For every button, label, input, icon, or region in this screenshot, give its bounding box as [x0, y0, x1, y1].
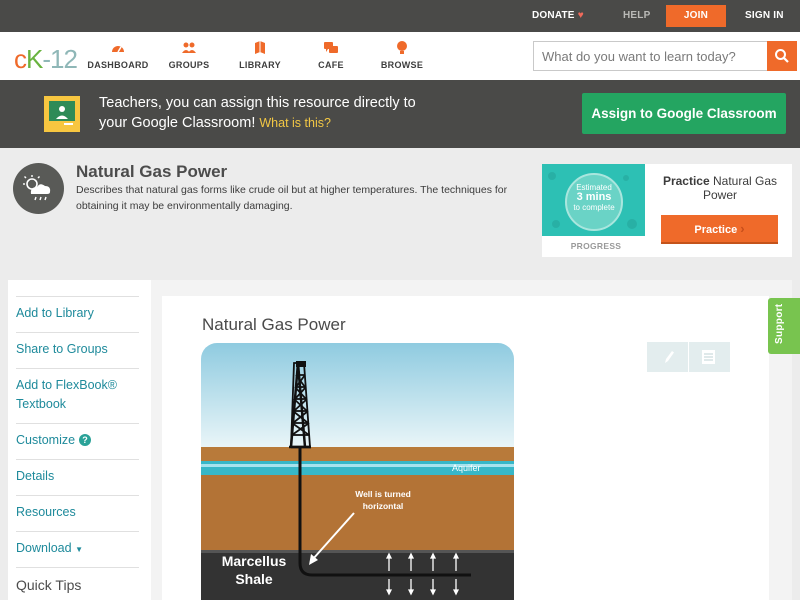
concept-title: Natural Gas Power — [76, 162, 228, 181]
heart-icon: ♥ — [577, 10, 584, 21]
practice-title: Practice Natural Gas Power — [655, 174, 785, 202]
assign-to-google-classroom-button[interactable]: Assign to Google Classroom — [582, 93, 786, 134]
cafe-icon — [324, 42, 338, 53]
shale-label-line-2: Shale — [235, 571, 273, 587]
toolbar-divider — [688, 342, 689, 372]
content-title: Natural Gas Power — [202, 315, 346, 334]
shale-label: Marcellus Shale — [211, 552, 297, 588]
ck12-logo[interactable]: cK-12 — [14, 44, 78, 75]
practice-title-rest: Natural Gas Power — [702, 174, 778, 202]
donate-label: DONATE — [532, 10, 575, 21]
fracking-diagram: Aquifer Well is turned horizontal Marcel… — [201, 343, 514, 600]
search-box — [533, 41, 797, 71]
nav-library-label: LIBRARY — [239, 60, 281, 70]
nav-browse[interactable]: BROWSE — [370, 40, 434, 70]
practice-button[interactable]: Practice › — [661, 215, 778, 244]
notes-icon[interactable] — [702, 350, 715, 364]
search-input[interactable] — [534, 42, 768, 70]
nav-dashboard[interactable]: DASHBOARD — [86, 40, 150, 70]
search-icon — [775, 49, 789, 63]
quick-tips-heading: Quick Tips — [16, 577, 82, 593]
banner-text: Teachers, you can assign this resource d… — [99, 95, 416, 131]
nav-browse-label: BROWSE — [380, 60, 424, 70]
top-bar: DONATE ♥ HELP JOIN SIGN IN — [0, 0, 800, 32]
donate-link[interactable]: DONATE ♥ — [532, 0, 584, 32]
browse-icon — [397, 41, 407, 54]
estimate-line-3: to complete — [573, 203, 615, 212]
practice-title-bold: Practice — [662, 174, 710, 188]
nav-dashboard-label: DASHBOARD — [87, 60, 149, 70]
library-icon — [255, 41, 265, 54]
download-link[interactable]: Download ▼ — [16, 539, 138, 559]
google-classroom-icon — [44, 96, 80, 132]
customize-link[interactable]: Customize? — [16, 431, 138, 450]
logo-c: c — [14, 44, 27, 74]
nav-groups[interactable]: GROUPS — [157, 40, 221, 70]
caret-down-icon: ▼ — [75, 545, 83, 554]
logo-12: -12 — [42, 44, 78, 74]
resources-link[interactable]: Resources — [16, 503, 138, 522]
signin-link[interactable]: SIGN IN — [745, 0, 784, 32]
shale-label-line-1: Marcellus — [221, 553, 287, 569]
groups-icon — [182, 42, 196, 53]
support-tab[interactable]: Support — [768, 298, 800, 354]
nav-groups-label: GROUPS — [168, 60, 210, 70]
estimate-minutes: 3 mins — [576, 191, 612, 203]
estimate-text: Estimated 3 mins to complete — [565, 183, 623, 212]
logo-k: K — [26, 44, 43, 74]
progress-label: PROGRESS — [570, 241, 622, 251]
weather-concept-icon — [13, 163, 64, 214]
banner-message: Teachers, you can assign this resource d… — [99, 93, 439, 133]
add-to-flexbook-link[interactable]: Add to FlexBook® Textbook — [16, 376, 138, 414]
well-note-label: Well is turned horizontal — [355, 489, 411, 511]
dashboard-icon — [112, 46, 124, 53]
share-to-groups-link[interactable]: Share to Groups — [16, 340, 138, 359]
chevron-right-icon: › — [740, 221, 745, 236]
search-button[interactable] — [767, 41, 797, 71]
help-link[interactable]: HELP — [623, 0, 650, 32]
support-label: Support — [774, 303, 785, 344]
join-button[interactable]: JOIN — [666, 5, 726, 27]
aquifer-label: Aquifer — [452, 463, 481, 473]
add-to-library-link[interactable]: Add to Library — [16, 304, 138, 323]
practice-button-label: Practice — [694, 224, 738, 236]
nav-library[interactable]: LIBRARY — [228, 40, 292, 70]
details-link[interactable]: Details — [16, 467, 138, 486]
help-icon[interactable]: ? — [79, 434, 92, 446]
what-is-this-link[interactable]: What is this? — [259, 116, 331, 130]
nav-cafe-label: CAFE — [318, 60, 344, 70]
nav-cafe[interactable]: CAFE — [299, 40, 363, 70]
concept-description: Describes that natural gas forms like cr… — [76, 184, 508, 212]
pencil-icon[interactable] — [665, 351, 674, 363]
customize-label: Customize — [16, 433, 76, 447]
download-label: Download — [16, 541, 72, 555]
